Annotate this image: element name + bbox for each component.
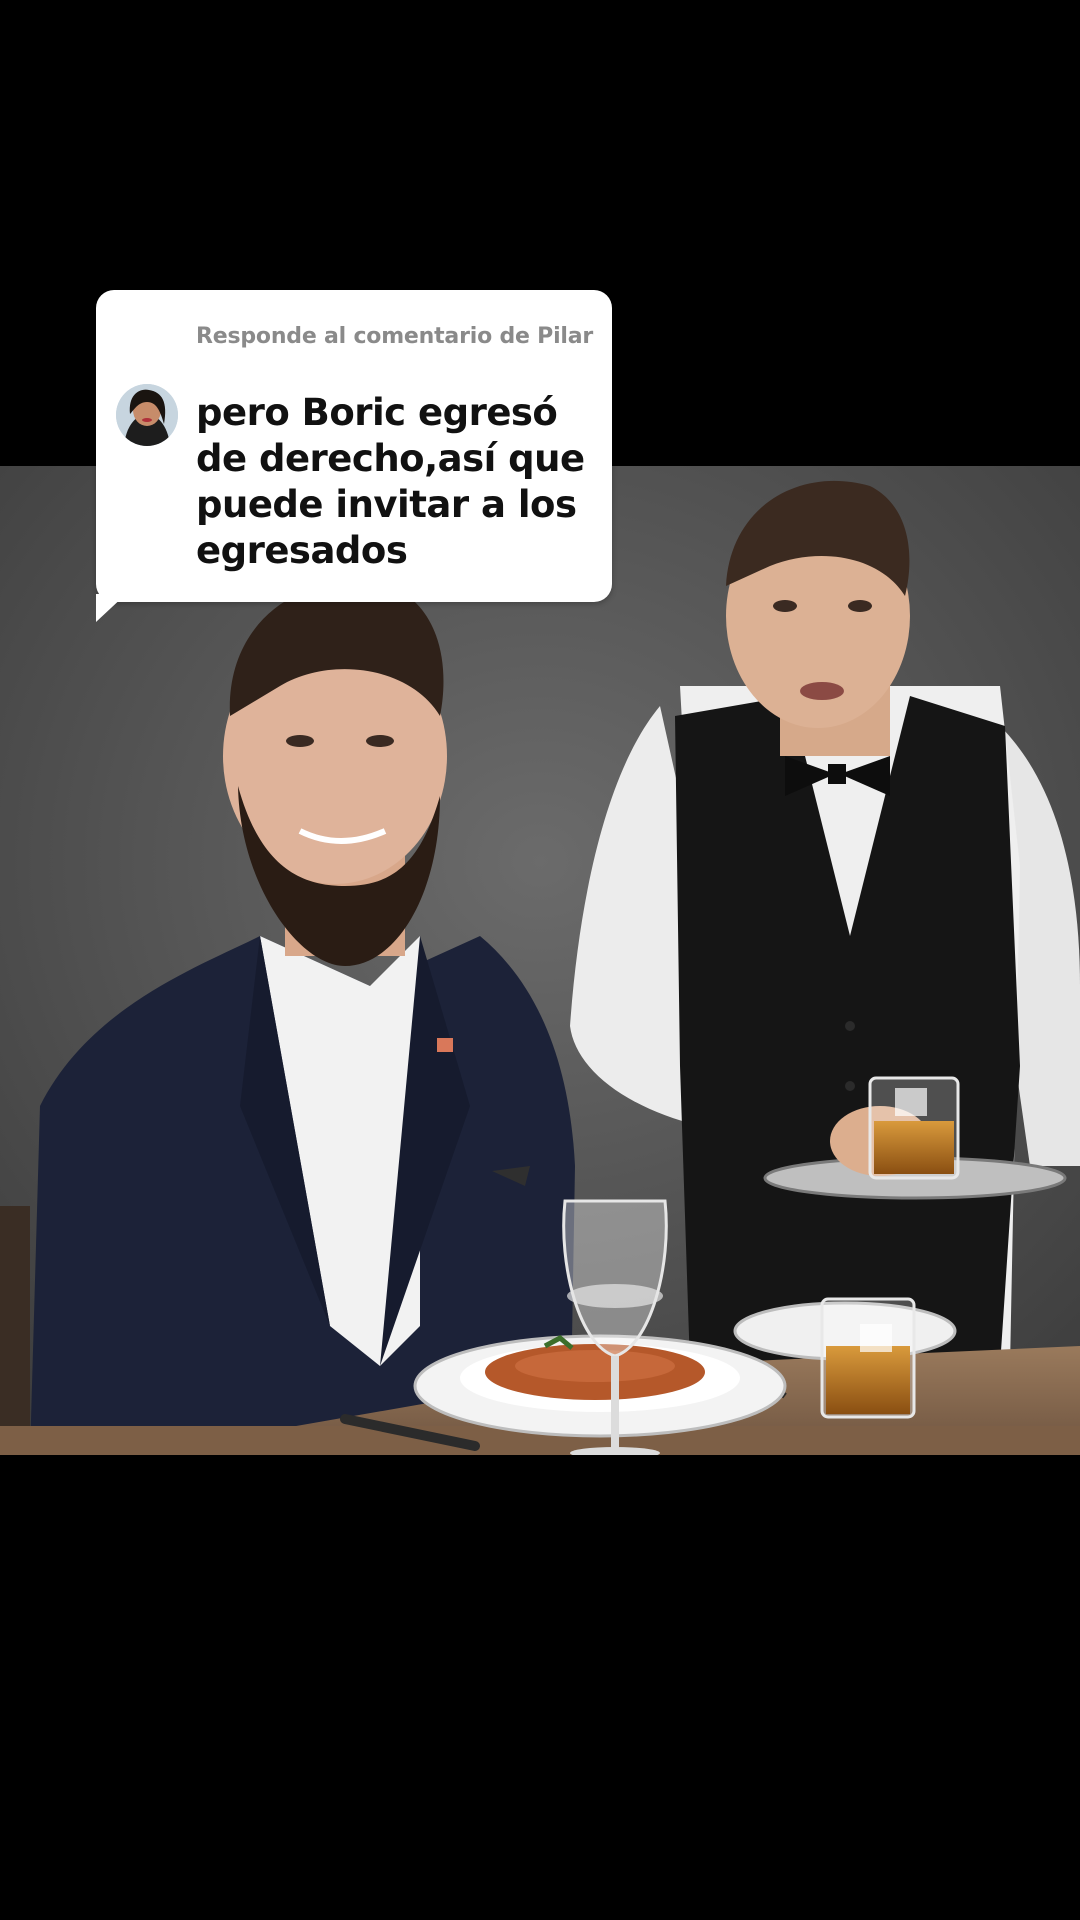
- reply-comment-sticker[interactable]: Responde al comentario de Pilar pero Bor…: [96, 290, 612, 602]
- reply-comment-text: pero Boric egresó de derecho,así que pue…: [196, 391, 585, 572]
- commenter-avatar[interactable]: [116, 384, 178, 446]
- reply-bubble-tail: [96, 594, 126, 622]
- chair: [0, 1206, 30, 1455]
- whisky-glass: [820, 1297, 916, 1419]
- pasta-plate: [413, 1334, 787, 1438]
- video-frame[interactable]: [0, 466, 1080, 1455]
- reply-header: Responde al comentario de Pilar: [196, 324, 594, 349]
- video-scene-illustration: [0, 466, 1080, 1455]
- user-avatar-icon: [116, 384, 178, 446]
